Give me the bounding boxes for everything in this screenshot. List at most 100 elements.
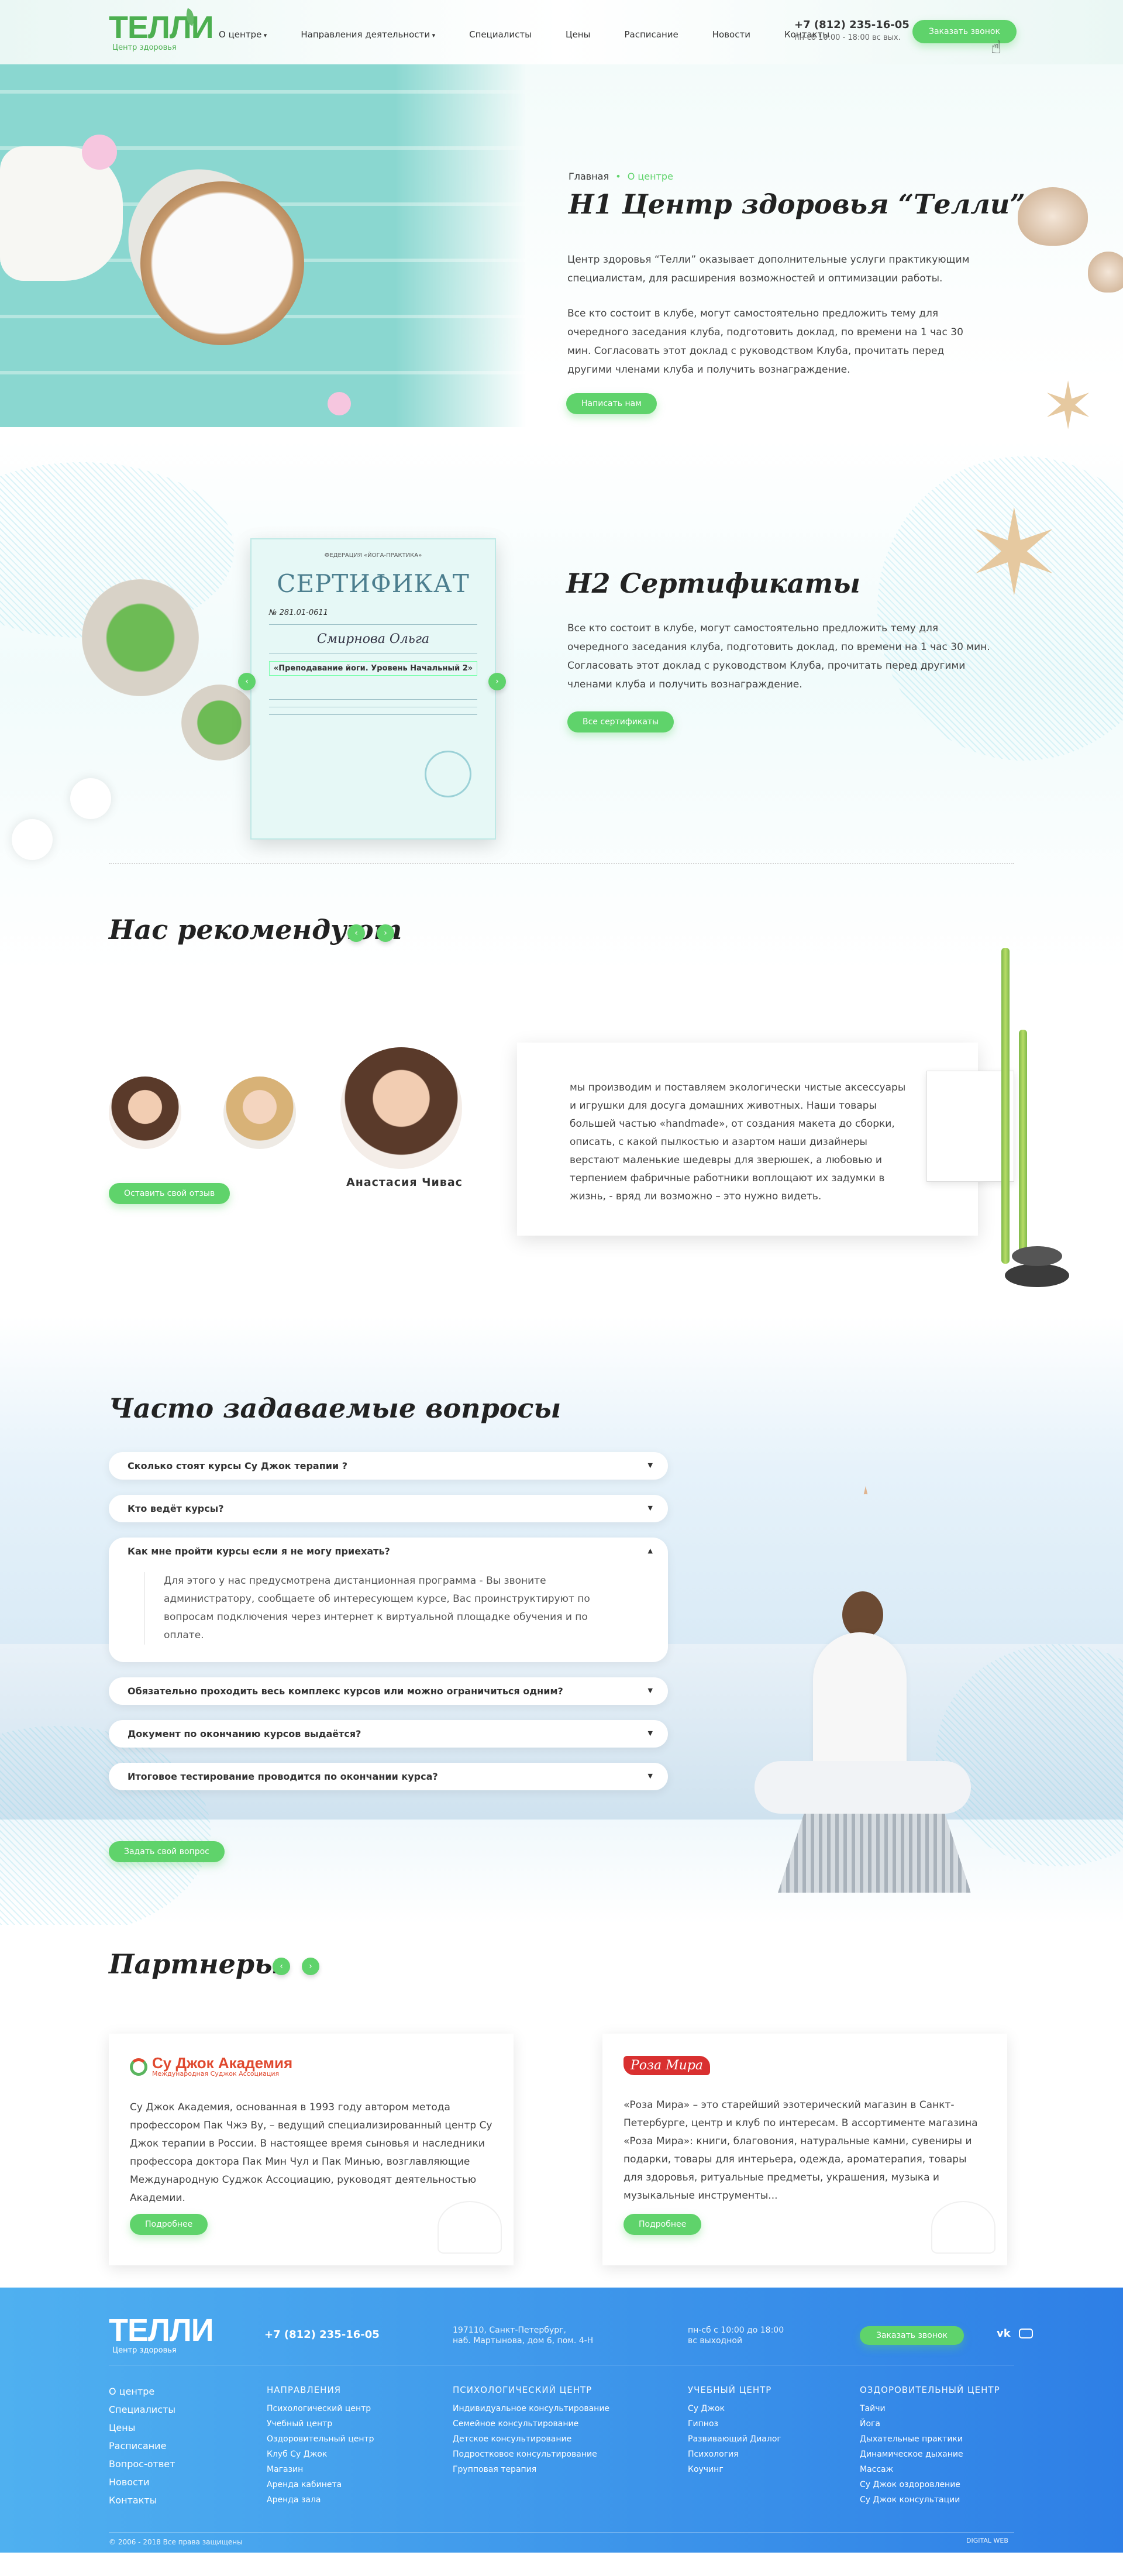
divider xyxy=(269,699,477,700)
lotus-icon xyxy=(438,2201,502,2254)
logo-text: ТЕЛЛИ xyxy=(109,10,214,45)
footer-phone[interactable]: +7 (812) 235-16-05 xyxy=(264,2329,380,2341)
footer-link[interactable]: Йога xyxy=(860,2416,1000,2431)
partner-text: Су Джок Академия, основанная в 1993 году… xyxy=(130,2102,492,2204)
footer-link[interactable]: Вопрос-ответ xyxy=(109,2455,175,2473)
footer-link[interactable]: Цены xyxy=(109,2419,175,2437)
avatar[interactable] xyxy=(109,1077,181,1149)
footer-link[interactable]: Су Джок оздоровление xyxy=(860,2477,1000,2492)
footer-link[interactable]: Коучинг xyxy=(688,2462,781,2477)
footer-link[interactable]: Контакты xyxy=(109,2491,175,2509)
footer-link[interactable]: Магазин xyxy=(267,2462,374,2477)
footer-link[interactable]: Новости xyxy=(109,2473,175,2491)
footer-link[interactable]: Массаж xyxy=(860,2462,1000,2477)
caret-down-icon: ▼ xyxy=(647,1687,653,1694)
partner-logo-subtitle: Международная Суджок Ассоциация xyxy=(152,2070,280,2078)
footer-link[interactable]: О центре xyxy=(109,2382,175,2400)
faq-question: Обязательно проходить весь комплекс курс… xyxy=(128,1686,563,1697)
avatar-active[interactable] xyxy=(340,1047,462,1169)
vk-icon[interactable]: vk xyxy=(997,2327,1011,2340)
breadcrumb-separator: • xyxy=(615,171,621,182)
footer-link[interactable]: Оздоровительный центр xyxy=(267,2431,374,2447)
footer-column-psychology: ПСИХОЛОГИЧЕСКИЙ ЦЕНТР Индивидуальное кон… xyxy=(453,2382,609,2477)
nav-item-specialists[interactable]: Специалисты xyxy=(469,29,532,40)
reviews-prev-button[interactable]: ‹ xyxy=(347,924,365,942)
footer-link[interactable]: Расписание xyxy=(109,2437,175,2455)
partners-next-button[interactable]: › xyxy=(302,1958,319,1975)
footer-callback-button[interactable]: Заказать звонок xyxy=(860,2326,964,2345)
page-title: Н1 Центр здоровья “Телли” xyxy=(569,188,1025,220)
logo[interactable]: ТЕЛЛИ Центр здоровья xyxy=(109,8,214,52)
footer-logo[interactable]: ТЕЛЛИ Центр здоровья xyxy=(109,2314,214,2355)
footer-link[interactable]: Аренда кабинета xyxy=(267,2477,374,2492)
footer-link[interactable]: Гипноз xyxy=(688,2416,781,2431)
review-card: мы производим и поставляем экологически … xyxy=(517,1043,1014,1236)
faq-question: Сколько стоят курсы Су Джок терапии ? xyxy=(128,1460,348,1471)
cert-prev-button[interactable]: ‹ xyxy=(238,673,256,690)
footer-link[interactable]: Индивидуальное консультирование xyxy=(453,2401,609,2416)
roza-mira-logo[interactable]: Роза Мира xyxy=(623,2056,986,2075)
reviews-next-button[interactable]: › xyxy=(377,924,394,942)
footer-link[interactable]: Аренда зала xyxy=(267,2492,374,2508)
hero-paragraph: Все кто состоит в клубе, могут самостоят… xyxy=(567,308,963,376)
herb-bowl-image xyxy=(181,685,257,761)
certificate-title: СЕРТИФИКАТ xyxy=(277,569,470,598)
footer-link[interactable]: Психологический центр xyxy=(267,2401,374,2416)
faq-question: Документ по окончанию курсов выдаётся? xyxy=(128,1728,361,1739)
ask-question-button[interactable]: Задать свой вопрос xyxy=(109,1841,225,1862)
divider xyxy=(269,714,477,715)
starfish-image: ✶ xyxy=(1041,369,1096,439)
leave-review-button[interactable]: Оставить свой отзыв xyxy=(109,1183,230,1204)
section-title: Н2 Сертификаты xyxy=(566,568,860,599)
faq-item[interactable]: Документ по окончанию курсов выдаётся? ▼ xyxy=(109,1720,668,1748)
footer-column-heading: УЧЕБНЫЙ ЦЕНТР xyxy=(688,2385,772,2395)
hero-section: ✶ Главная • О центре Н1 Центр здоровья “… xyxy=(0,64,1123,439)
faq-item[interactable]: Кто ведёт курсы? ▼ xyxy=(109,1495,668,1522)
certificate-header: ФЕДЕРАЦИЯ «ЙОГА-ПРАКТИКА» xyxy=(324,552,422,559)
faq-item[interactable]: Обязательно проходить весь комплекс курс… xyxy=(109,1677,668,1705)
faq-item[interactable]: Итоговое тестирование проводится по окон… xyxy=(109,1763,668,1790)
header-phone[interactable]: +7 (812) 235-16-05 xyxy=(794,19,910,31)
footer-link[interactable]: Тайчи xyxy=(860,2401,1000,2416)
footer-link[interactable]: Су Джок xyxy=(688,2401,781,2416)
footer-column-health: ОЗДОРОВИТЕЛЬНЫЙ ЦЕНТР Тайчи Йога Дыхател… xyxy=(860,2382,1000,2508)
footer-link[interactable]: Детское консультирование xyxy=(453,2431,609,2447)
partner-logo-title: Роза Мира xyxy=(623,2056,711,2075)
footer-link[interactable]: Су Джок консультации xyxy=(860,2492,1000,2508)
footer-link[interactable]: Клуб Су Джок xyxy=(267,2447,374,2462)
all-certificates-button[interactable]: Все сертификаты xyxy=(567,711,674,732)
partners-prev-button[interactable]: ‹ xyxy=(273,1958,290,1975)
write-us-button[interactable]: Написать нам xyxy=(566,393,657,414)
nav-item-news[interactable]: Новости xyxy=(712,29,750,40)
nav-item-directions[interactable]: Направления деятельности xyxy=(301,29,435,40)
certificate-image[interactable]: ФЕДЕРАЦИЯ «ЙОГА-ПРАКТИКА» СЕРТИФИКАТ № 2… xyxy=(250,538,496,840)
footer-link[interactable]: Групповая терапия xyxy=(453,2462,609,2477)
nav-item-about[interactable]: О центре xyxy=(219,29,267,40)
pier-image xyxy=(778,1805,971,1893)
footer-link[interactable]: Психология xyxy=(688,2447,781,2462)
footer-link[interactable]: Развивающий Диалог xyxy=(688,2431,781,2447)
nav-item-schedule[interactable]: Расписание xyxy=(624,29,678,40)
header-hours: пн-сб 10:00 - 18:00 вс вых. xyxy=(794,33,901,42)
footer-link[interactable]: Семейное консультирование xyxy=(453,2416,609,2431)
dotted-divider xyxy=(109,863,1014,864)
nav-item-prices[interactable]: Цены xyxy=(566,29,591,40)
faq-item[interactable]: Сколько стоят курсы Су Джок терапии ? ▼ xyxy=(109,1452,668,1480)
yoga-head-image xyxy=(842,1591,883,1638)
bamboo-image xyxy=(1001,948,1010,1264)
avatar[interactable] xyxy=(223,1077,296,1149)
developer-logo[interactable]: DIGITAL WEB xyxy=(966,2537,1008,2544)
partner-more-button[interactable]: Подробнее xyxy=(623,2214,702,2235)
youtube-icon[interactable] xyxy=(1019,2329,1033,2338)
footer-link[interactable]: Специалисты xyxy=(109,2400,175,2419)
faq-item-open[interactable]: Как мне пройти курсы если я не могу прие… xyxy=(109,1538,668,1662)
footer-link[interactable]: Учебный центр xyxy=(267,2416,374,2431)
breadcrumb-home[interactable]: Главная xyxy=(569,171,609,182)
cert-next-button[interactable]: › xyxy=(488,673,506,690)
partner-more-button[interactable]: Подробнее xyxy=(130,2214,208,2235)
sujok-logo[interactable]: Су Джок Академия Международная Суджок Ас… xyxy=(130,2055,492,2078)
reviews-section: Нас рекомендуют ‹ › Анастасия Чивас Оста… xyxy=(0,866,1123,1316)
footer-link[interactable]: Дыхательные практики xyxy=(860,2431,1000,2447)
footer-link[interactable]: Динамическое дыхание xyxy=(860,2447,1000,2462)
footer-link[interactable]: Подростковое консультирование xyxy=(453,2447,609,2462)
